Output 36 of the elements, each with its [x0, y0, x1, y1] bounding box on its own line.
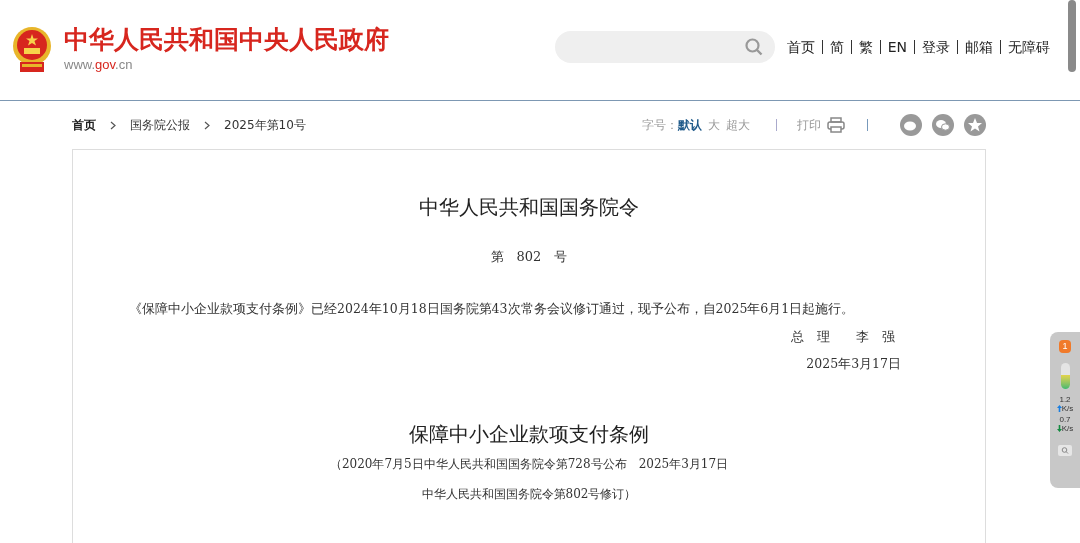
font-size-option[interactable]: 默认	[678, 116, 702, 134]
download-speed: 0.7	[1059, 415, 1071, 424]
breadcrumb-link[interactable]: 国务院公报	[130, 116, 190, 134]
search-icon[interactable]	[744, 38, 763, 56]
decree-date: 2025年3月17日	[806, 355, 901, 373]
site-url: www.gov.cn	[64, 56, 134, 75]
regulation-note: （2020年7月5日中华人民共和国国务院令第728号公布 2025年3月17日	[329, 455, 729, 473]
chevron-icon	[204, 120, 210, 130]
national-emblem-icon	[10, 26, 54, 74]
search-field[interactable]	[554, 31, 775, 63]
decree-title: 中华人民共和国国务院令	[419, 194, 639, 221]
nav-link[interactable]: 邮箱	[965, 36, 993, 58]
nav-link[interactable]: 首页	[786, 36, 815, 58]
decree-body: 《保障中小企业款项支付条例》已经2024年10月18日国务院第43次常务会议修订通过，现予公布，自2025年6月1日起施行。	[129, 299, 856, 318]
decree-signatory: 总 理 李 强	[791, 328, 895, 347]
nav-link[interactable]: EN	[887, 36, 907, 58]
scrollbar-thumb[interactable]	[1068, 0, 1076, 72]
download-unit: K/s	[1061, 424, 1074, 433]
nav-link[interactable]: 登录	[922, 36, 950, 58]
chevron-icon	[110, 120, 116, 130]
up-arrow-icon	[1056, 405, 1062, 412]
decree-number: 第 802 号	[490, 248, 568, 266]
printer-icon[interactable]	[827, 117, 845, 133]
font-size-label: 字号：	[642, 117, 678, 134]
site-title: 中华人民共和国中央人民政府	[64, 25, 389, 56]
search-icon[interactable]	[1058, 445, 1072, 456]
regulation-title: 保障中小企业款项支付条例	[409, 420, 649, 448]
upload-unit: K/s	[1061, 404, 1074, 413]
breadcrumb-link[interactable]: 首页	[72, 116, 96, 134]
nav-link[interactable]: 繁	[858, 36, 873, 58]
nav-link[interactable]: 无障碍	[1008, 36, 1050, 58]
nav-link[interactable]: 简	[829, 36, 844, 58]
regulation-note: 中华人民共和国国务院令第802号修订）	[421, 485, 637, 503]
upload-speed: 1.2	[1059, 395, 1071, 404]
down-arrow-icon	[1056, 425, 1062, 432]
breadcrumb-link[interactable]: 2025年第10号	[224, 116, 306, 134]
